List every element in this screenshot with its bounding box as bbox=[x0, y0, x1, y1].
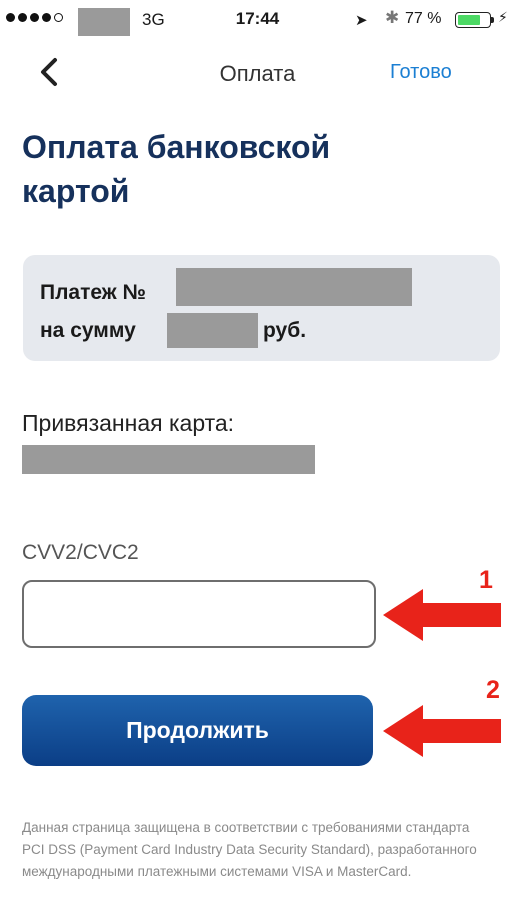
annotation-arrow-2-icon bbox=[383, 705, 501, 757]
annotation-arrow-1-icon bbox=[383, 589, 501, 641]
battery-percent: 77 % bbox=[405, 10, 442, 27]
cvv-input[interactable] bbox=[22, 580, 376, 648]
location-icon: ➤ bbox=[355, 12, 368, 29]
status-bar: 3G 17:44 ➤ ✱ 77 % ⚡ bbox=[0, 0, 515, 40]
bluetooth-icon: ✱ bbox=[385, 8, 400, 27]
cvv-label: CVV2/CVC2 bbox=[22, 541, 139, 564]
linked-card-label: Привязанная карта: bbox=[22, 410, 235, 436]
payment-currency: руб. bbox=[263, 319, 307, 342]
charging-icon: ⚡ bbox=[498, 9, 508, 25]
battery-tip bbox=[491, 17, 494, 23]
done-button[interactable]: Готово bbox=[390, 61, 452, 84]
payment-number-label: Платеж № bbox=[40, 281, 146, 304]
linked-card-number-redacted bbox=[22, 445, 315, 474]
payment-amount-redacted bbox=[167, 313, 258, 348]
page-title: Оплата банковской картой bbox=[22, 129, 331, 209]
continue-button[interactable]: Продолжить bbox=[22, 695, 373, 766]
security-notice: Данная страница защищена в соответствии … bbox=[22, 820, 477, 879]
payment-number-redacted bbox=[176, 268, 412, 306]
annotation-number-1: 1 bbox=[479, 566, 493, 594]
payment-amount-label: на сумму bbox=[40, 319, 136, 342]
annotation-number-2: 2 bbox=[486, 676, 500, 704]
battery-icon bbox=[455, 12, 491, 28]
